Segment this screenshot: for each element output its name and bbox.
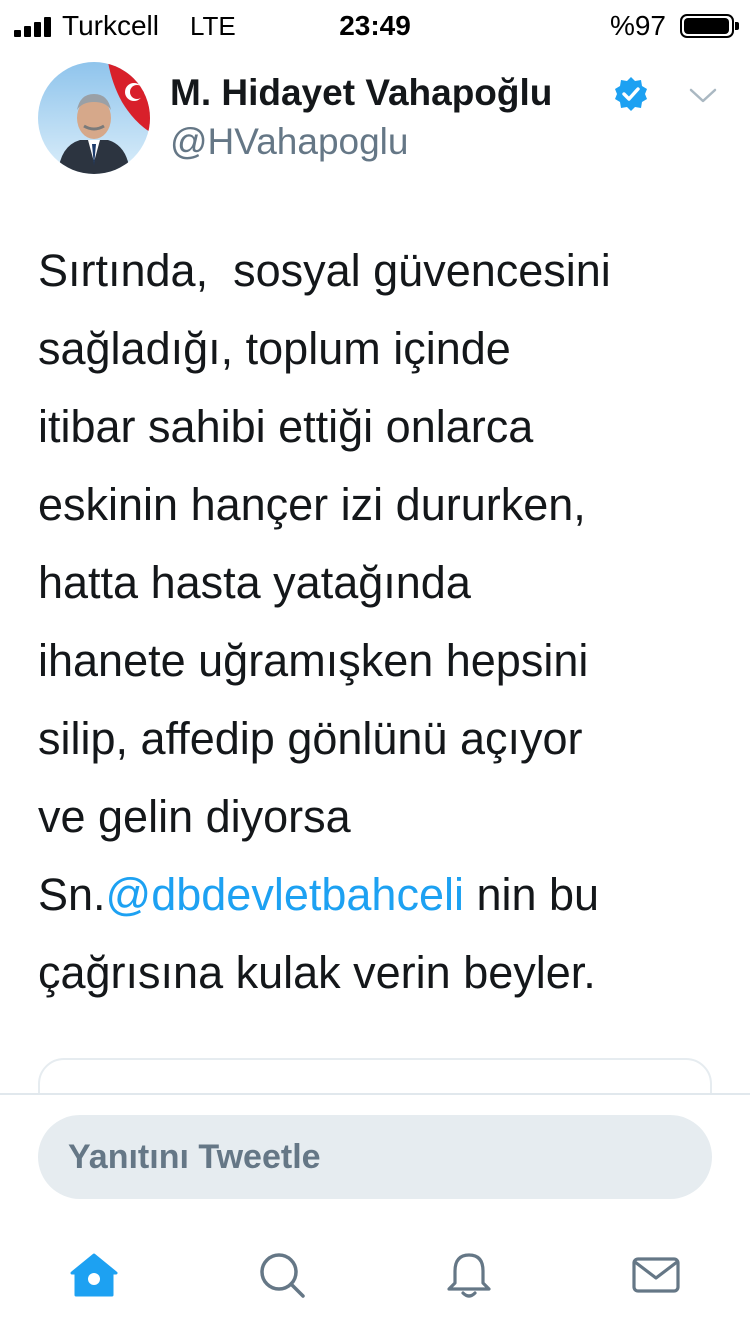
tweet-line: itibar sahibi ettiği onlarca	[38, 401, 534, 452]
tab-home[interactable]	[68, 1249, 120, 1301]
chevron-down-icon[interactable]	[688, 86, 718, 106]
avatar[interactable]	[38, 62, 150, 174]
tweet-line: Sırtında, sosyal güvencesini	[38, 245, 611, 296]
tweet-line-mention: Sn.@dbdevletbahceli nin bu	[38, 856, 728, 934]
tweet-text: Sırtında, sosyal güvencesini sağladığı, …	[38, 232, 728, 1012]
tweet-line: ve gelin diyorsa	[38, 791, 351, 842]
tweet-line: ihanete uğramışken hepsini	[38, 635, 589, 686]
battery-icon	[680, 14, 739, 38]
tweet-line: hatta hasta yatağında	[38, 557, 471, 608]
author-name[interactable]: M. Hidayet Vahapoğlu	[170, 72, 552, 114]
status-bar: Turkcell LTE 23:49 %97	[0, 0, 750, 50]
tab-bar	[0, 1223, 750, 1334]
battery-percentage: %97	[609, 10, 666, 41]
tab-notifications[interactable]	[443, 1249, 495, 1301]
bell-icon	[447, 1253, 491, 1298]
verified-badge-icon	[615, 77, 647, 111]
mail-icon	[632, 1257, 680, 1293]
tweet-line: çağrısına kulak verin beyler.	[38, 947, 596, 998]
search-icon	[260, 1253, 305, 1298]
tweet-line: silip, affedip gönlünü açıyor	[38, 713, 583, 764]
mention-suffix: nin bu	[463, 869, 600, 920]
home-icon	[70, 1253, 118, 1297]
mention-link[interactable]: @dbdevletbahceli	[106, 869, 464, 920]
tweet-line: sağladığı, toplum içinde	[38, 323, 511, 374]
tab-search[interactable]	[256, 1249, 308, 1301]
reply-input[interactable]: Yanıtını Tweetle	[38, 1115, 712, 1199]
mention-prefix: Sn.	[38, 869, 106, 920]
author-handle[interactable]: @HVahapoglu	[170, 121, 408, 163]
tweet-line: eskinin hançer izi dururken,	[38, 479, 586, 530]
tab-messages[interactable]	[630, 1249, 682, 1301]
